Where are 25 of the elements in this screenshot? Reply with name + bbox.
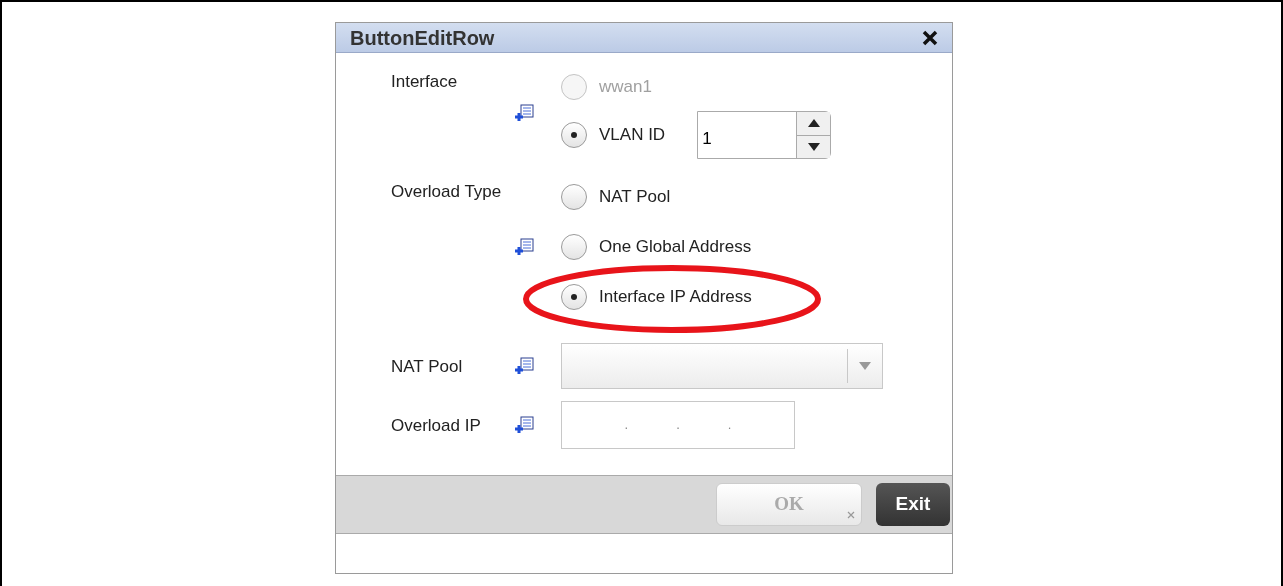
field-label: Overload IP [390,415,482,438]
ip-address-field[interactable]: . . . [561,401,795,449]
radio-button[interactable] [561,284,587,310]
field-label: Overload Type [390,181,503,203]
radio-button[interactable] [561,122,587,148]
close-small-icon [847,511,855,519]
dropdown-arrow-icon[interactable] [859,362,871,370]
exit-button[interactable]: Exit [876,483,950,526]
radio-label: NAT Pool [599,186,671,209]
radio-label: Interface IP Address [599,286,752,309]
number-spinner[interactable]: 1 [697,111,832,159]
radio-label: One Global Address [599,236,752,259]
add-list-icon[interactable] [514,237,534,257]
radio-button[interactable] [561,184,587,210]
radio-label: VLAN ID [599,124,666,147]
add-list-icon[interactable] [514,103,534,123]
dialog-title: ButtonEditRow [350,25,495,51]
radio-button[interactable] [561,234,587,260]
radio-label: wwan1 [599,76,652,99]
field-label: NAT Pool [390,356,464,379]
add-list-icon[interactable] [514,356,534,376]
field-label: Interface [390,71,459,93]
close-icon[interactable] [922,29,938,46]
spinner-value: 1 [701,128,713,150]
add-list-icon[interactable] [514,415,534,435]
